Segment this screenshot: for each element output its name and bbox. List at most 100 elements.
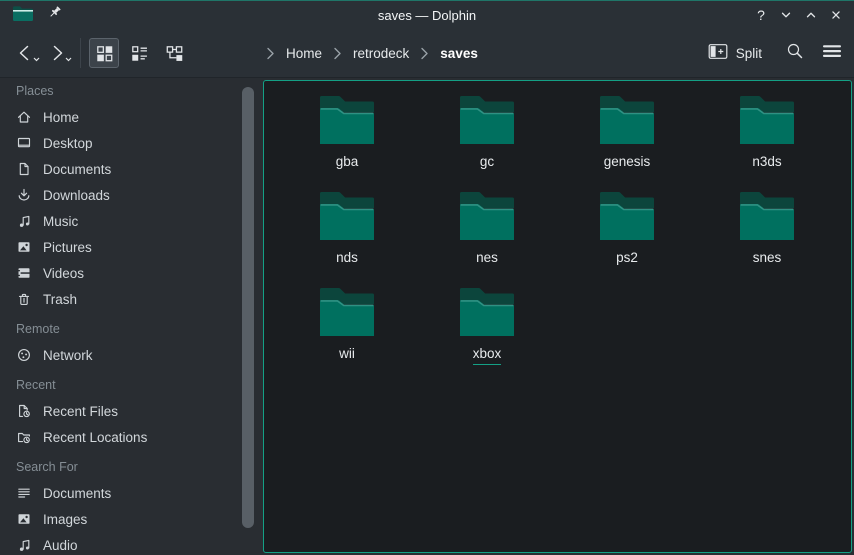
search-icon (786, 42, 804, 65)
sidebar-item-network[interactable]: Network (0, 342, 263, 368)
close-button[interactable] (827, 6, 845, 24)
search-for-section: Search For Documents Images (0, 454, 263, 555)
sidebar-scrollbar[interactable] (242, 87, 254, 528)
chevron-right-icon (420, 47, 429, 60)
sidebar-item-search-audio[interactable]: Audio (0, 532, 263, 555)
folder-item-snes[interactable]: snes (697, 189, 837, 285)
section-header-search-for: Search For (0, 454, 263, 480)
folder-item-xbox[interactable]: xbox (417, 285, 557, 381)
folder-label: nds (336, 250, 358, 269)
toolbar: Home retrodeck saves Split (0, 29, 854, 78)
folder-icon (318, 189, 376, 241)
music-note-icon (16, 213, 32, 229)
folder-icon (598, 189, 656, 241)
sidebar-item-label: Videos (43, 266, 84, 281)
sidebar-item-recent-files[interactable]: Recent Files (0, 398, 263, 424)
window-title: saves — Dolphin (0, 8, 854, 23)
search-button[interactable] (780, 38, 810, 68)
breadcrumb-saves[interactable]: saves (440, 46, 478, 61)
sidebar-item-trash[interactable]: Trash (0, 286, 263, 312)
sidebar-item-videos[interactable]: Videos (0, 260, 263, 286)
sidebar-item-label: Documents (43, 162, 111, 177)
back-history-dropdown-icon[interactable] (33, 49, 40, 67)
folder-label: snes (753, 250, 782, 269)
folder-item-genesis[interactable]: genesis (557, 93, 697, 189)
sidebar-item-pictures[interactable]: Pictures (0, 234, 263, 260)
recent-section: Recent Recent Files (0, 372, 263, 450)
folder-icon (458, 285, 516, 337)
maximize-button[interactable] (802, 6, 820, 24)
folder-icon (318, 285, 376, 337)
hamburger-menu-icon (822, 43, 842, 64)
forward-history-dropdown-icon[interactable] (65, 49, 72, 67)
sidebar-item-downloads[interactable]: Downloads (0, 182, 263, 208)
section-header-remote: Remote (0, 316, 263, 342)
split-view-icon (708, 43, 728, 63)
recent-locations-icon (16, 429, 32, 445)
folder-item-nds[interactable]: nds (277, 189, 417, 285)
folder-icon (738, 93, 796, 145)
folder-item-nes[interactable]: nes (417, 189, 557, 285)
download-icon (16, 187, 32, 203)
sidebar-item-desktop[interactable]: Desktop (0, 130, 263, 156)
sidebar-item-label: Desktop (43, 136, 93, 151)
sidebar-item-search-images[interactable]: Images (0, 506, 263, 532)
sidebar-item-home[interactable]: Home (0, 104, 263, 130)
sidebar-item-label: Home (43, 110, 79, 125)
sidebar-item-label: Network (43, 348, 93, 363)
folder-item-n3ds[interactable]: n3ds (697, 93, 837, 189)
sidebar-item-search-documents[interactable]: Documents (0, 480, 263, 506)
breadcrumb-home[interactable]: Home (286, 46, 322, 61)
folder-item-gc[interactable]: gc (417, 93, 557, 189)
folder-label: wii (339, 346, 355, 365)
pin-icon[interactable] (47, 5, 62, 25)
chevron-right-icon (333, 47, 342, 60)
folder-view[interactable]: gba gc genesis (263, 80, 852, 553)
folder-grid: gba gc genesis (264, 81, 851, 381)
minimize-button[interactable] (777, 6, 795, 24)
sidebar-item-label: Trash (43, 292, 77, 307)
section-header-places: Places (0, 78, 263, 104)
remote-section: Remote Network (0, 316, 263, 368)
folder-icon (318, 93, 376, 145)
sidebar-item-documents[interactable]: Documents (0, 156, 263, 182)
folder-icon (598, 93, 656, 145)
sidebar-item-label: Images (43, 512, 87, 527)
music-note-icon (16, 537, 32, 553)
folder-item-ps2[interactable]: ps2 (557, 189, 697, 285)
toolbar-separator (80, 38, 81, 68)
folder-icon (458, 93, 516, 145)
dolphin-window: saves — Dolphin ? (0, 0, 854, 555)
help-button[interactable]: ? (752, 6, 770, 24)
tree-view-button[interactable] (159, 38, 189, 68)
folder-label: n3ds (752, 154, 781, 173)
folder-label: xbox (473, 346, 502, 365)
sidebar-item-label: Recent Files (43, 404, 118, 419)
network-globe-icon (16, 347, 32, 363)
sidebar-item-label: Audio (43, 538, 78, 553)
folder-item-wii[interactable]: wii (277, 285, 417, 381)
forward-button[interactable] (44, 38, 70, 68)
places-panel: Places Home Desktop (0, 78, 263, 555)
sidebar-item-recent-locations[interactable]: Recent Locations (0, 424, 263, 450)
back-button[interactable] (12, 38, 38, 68)
places-section: Places Home Desktop (0, 78, 263, 312)
sidebar-item-label: Music (43, 214, 78, 229)
details-view-button[interactable] (124, 38, 154, 68)
sidebar-item-label: Pictures (43, 240, 92, 255)
folder-label: nes (476, 250, 498, 269)
section-header-recent: Recent (0, 372, 263, 398)
breadcrumb-retrodeck[interactable]: retrodeck (353, 46, 409, 61)
split-button[interactable]: Split (700, 38, 770, 68)
hamburger-menu-button[interactable] (817, 38, 847, 68)
sidebar-item-music[interactable]: Music (0, 208, 263, 234)
recent-files-icon (16, 403, 32, 419)
folder-icon (738, 189, 796, 241)
icons-view-button[interactable] (89, 38, 119, 68)
folder-item-gba[interactable]: gba (277, 93, 417, 189)
content-area: Places Home Desktop (0, 78, 854, 555)
folder-label: gba (336, 154, 359, 173)
folder-icon (458, 189, 516, 241)
titlebar: saves — Dolphin ? (0, 1, 854, 29)
text-lines-icon (16, 485, 32, 501)
